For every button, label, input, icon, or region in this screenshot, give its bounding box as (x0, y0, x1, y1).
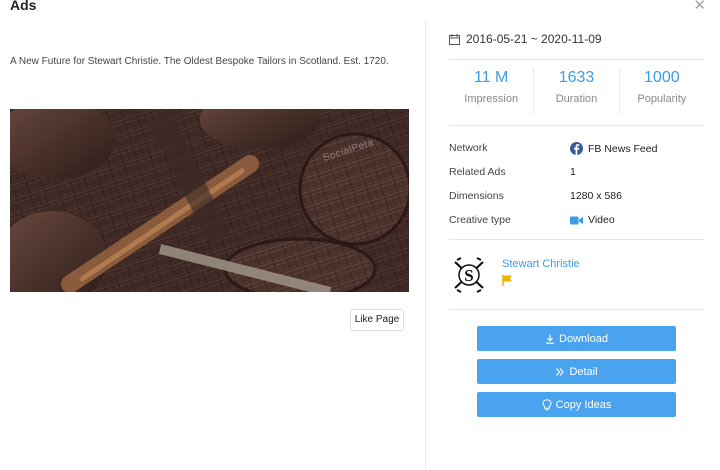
network-name: FB News Feed (588, 142, 658, 155)
download-icon (546, 334, 555, 344)
creative-type-name: Video (588, 214, 615, 226)
stat-label: Impression (464, 93, 519, 105)
advertiser-logo-letter: S (464, 266, 473, 285)
stat-value: 1633 (558, 69, 595, 86)
detail-creative-type: Creative type Video (449, 214, 709, 230)
stats-row: 11 M Impression 1633 Duration 1000 Popul… (449, 68, 704, 114)
detail-network: Network FB News Feed (449, 142, 709, 158)
detail-related-ads: Related Ads 1 (449, 166, 709, 182)
stat-impression: 11 M Impression (449, 68, 535, 114)
stat-duration: 1633 Duration (534, 68, 620, 114)
advertiser-name-link[interactable]: Stewart Christie (502, 258, 580, 270)
detail-key: Related Ads (449, 166, 506, 178)
like-page-button[interactable]: Like Page (350, 309, 404, 331)
panel-divider (425, 20, 426, 470)
video-camera-icon (570, 216, 583, 224)
facebook-icon (570, 142, 583, 155)
detail-key: Dimensions (449, 190, 504, 202)
date-range-text: 2016-05-21 ~ 2020-11-09 (466, 32, 602, 46)
stat-value: 11 M (473, 69, 509, 86)
ad-image (10, 109, 409, 292)
ad-caption: A New Future for Stewart Christie. The O… (10, 56, 389, 67)
double-chevron-right-icon (556, 367, 565, 376)
copy-ideas-button[interactable]: Copy Ideas (477, 392, 676, 417)
modal-title: Ads (10, 0, 37, 13)
copy-ideas-label: Copy Ideas (555, 398, 612, 411)
advertiser-logo[interactable]: S (449, 254, 489, 296)
detail-value: 1 (570, 166, 576, 178)
stat-label: Popularity (637, 93, 687, 105)
flag-icon (502, 275, 512, 286)
detail-key: Network (449, 142, 488, 154)
detail-value: 1280 x 586 (570, 190, 622, 202)
divider (449, 309, 704, 310)
calendar-icon (449, 33, 460, 45)
divider (449, 239, 704, 240)
lightbulb-icon (542, 398, 552, 410)
divider (449, 59, 704, 60)
detail-label: Detail (569, 365, 598, 378)
stat-value: 1000 (644, 69, 680, 86)
download-label: Download (559, 332, 608, 345)
detail-value: Video (570, 214, 615, 226)
advertiser: S Stewart Christie (449, 254, 709, 296)
divider (449, 125, 704, 126)
download-button[interactable]: Download (477, 326, 676, 351)
detail-key: Creative type (449, 214, 511, 226)
stat-label: Duration (555, 93, 598, 105)
detail-dimensions: Dimensions 1280 x 586 (449, 190, 709, 206)
stat-popularity: 1000 Popularity (620, 68, 704, 114)
close-icon[interactable]: ✕ (693, 0, 706, 14)
date-range: 2016-05-21 ~ 2020-11-09 (449, 32, 602, 46)
ad-media[interactable]: SocialPeta (10, 109, 409, 292)
detail-value: FB News Feed (570, 142, 657, 155)
detail-button[interactable]: Detail (477, 359, 676, 384)
